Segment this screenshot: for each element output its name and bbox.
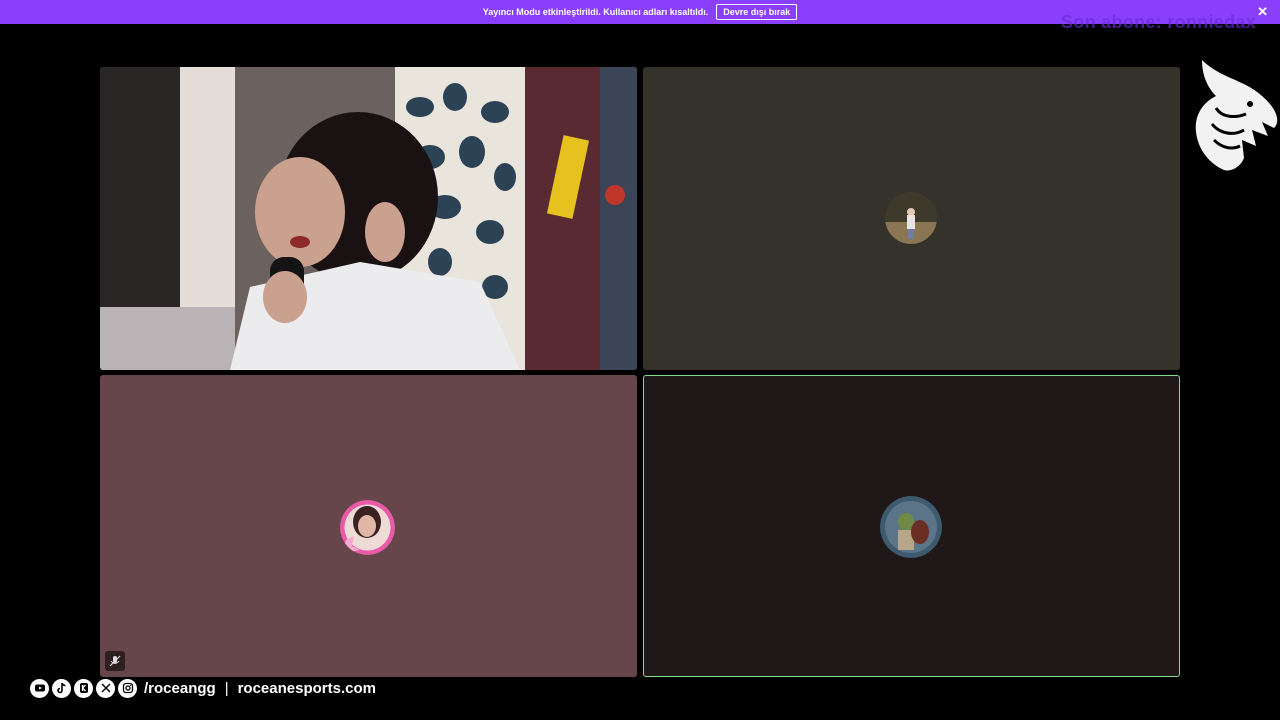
participant-avatar xyxy=(340,500,395,555)
dragon-logo xyxy=(1190,58,1280,176)
social-footer: /roceangg | roceanesports.com xyxy=(30,677,376,699)
website-text: roceanesports.com xyxy=(237,679,376,697)
instagram-icon xyxy=(118,678,137,698)
youtube-icon xyxy=(30,678,49,698)
kick-icon xyxy=(74,678,93,698)
participant-avatar xyxy=(885,192,937,244)
webcam-video xyxy=(100,67,637,370)
tiktok-icon xyxy=(52,678,71,698)
video-tile-participant-2[interactable] xyxy=(643,67,1180,370)
banner-message: Yayıncı Modu etkinleştirildi. Kullanıcı … xyxy=(482,7,709,17)
disable-streamer-mode-button[interactable]: Devre dışı bırak xyxy=(716,4,798,20)
x-icon xyxy=(96,678,115,698)
footer-separator: | xyxy=(224,679,229,697)
latest-subscriber-text: Son abone: ronniedax xyxy=(1060,12,1256,32)
video-tile-participant-3[interactable] xyxy=(100,375,637,677)
microphone-muted-icon xyxy=(109,655,121,667)
video-tile-participant-4[interactable] xyxy=(643,375,1180,677)
participant-avatar xyxy=(880,496,942,558)
channel-handle: /roceangg xyxy=(144,679,216,697)
mute-indicator xyxy=(105,651,125,671)
close-icon[interactable]: ✕ xyxy=(1257,4,1268,20)
video-tile-streamer[interactable] xyxy=(100,67,637,370)
